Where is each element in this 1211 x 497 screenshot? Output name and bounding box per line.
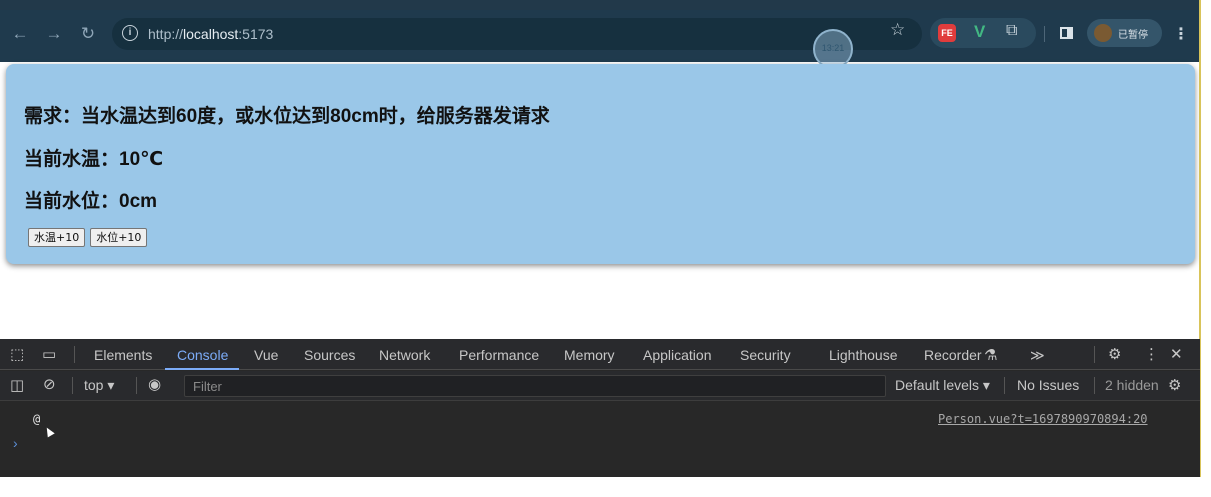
requirement-heading: 需求：当水温达到60度，或水位达到80cm时，给服务器发请求: [24, 106, 550, 127]
tab-security[interactable]: Security: [740, 347, 791, 363]
url-scheme: http://: [148, 26, 184, 42]
extensions-group: FE V ⧉: [930, 18, 1036, 48]
arrow-left-icon[interactable]: ←: [8, 22, 32, 46]
toolbar-divider: [1094, 377, 1095, 394]
device-toolbar-icon[interactable]: ▭: [42, 345, 56, 363]
water-level-plus-button[interactable]: 水位+10: [90, 228, 148, 247]
tab-memory[interactable]: Memory: [564, 347, 615, 363]
filter-placeholder: Filter: [193, 379, 222, 394]
fe-extension-icon[interactable]: FE: [938, 24, 956, 42]
temperature-plus-button[interactable]: 水温+10: [28, 228, 86, 247]
toolbar-divider: [72, 377, 73, 394]
eye-icon[interactable]: ◉: [148, 375, 161, 393]
flask-icon: ⚗: [984, 347, 998, 364]
console-message: @: [33, 412, 41, 426]
water-level-heading: 当前水位：0cm: [24, 191, 158, 212]
devtools-panel: ⬚ ▭ Elements Console Vue Sources Network…: [0, 339, 1200, 477]
hidden-count: 2 hidden: [1105, 377, 1159, 393]
toolbar-divider: [136, 377, 137, 394]
profile-button[interactable]: 已暂停: [1087, 19, 1162, 47]
temperature-heading: 当前水温：10℃: [24, 149, 164, 170]
browser-toolbar: ← → ↻ i http://localhost:5173 ☆ FE V ⧉ 已…: [0, 0, 1200, 62]
url-port: :5173: [238, 26, 274, 42]
tab-vue[interactable]: Vue: [254, 347, 278, 363]
puzzle-icon[interactable]: ⧉: [1006, 22, 1017, 40]
tab-divider: [74, 346, 75, 363]
vue-devtools-icon[interactable]: V: [974, 22, 985, 42]
kebab-icon[interactable]: ⋮: [1173, 24, 1189, 44]
tab-console[interactable]: Console: [177, 347, 228, 363]
inspect-element-icon[interactable]: ⬚: [10, 345, 24, 363]
kebab-icon[interactable]: ⋮: [1144, 345, 1159, 363]
toolbar-divider: [1004, 377, 1005, 394]
devtools-tab-bar: ⬚ ▭ Elements Console Vue Sources Network…: [0, 339, 1200, 370]
settings-gear-icon[interactable]: ⚙: [1108, 345, 1121, 363]
console-settings-gear-icon[interactable]: ⚙: [1168, 376, 1181, 394]
mouse-cursor-icon: [43, 425, 55, 438]
tab-performance[interactable]: Performance: [459, 347, 539, 363]
tab-application[interactable]: Application: [643, 347, 712, 363]
tab-elements[interactable]: Elements: [94, 347, 152, 363]
sidebar-toggle-icon[interactable]: ◫: [10, 376, 24, 394]
console-source-link[interactable]: Person.vue?t=1697890970894:20: [938, 412, 1148, 426]
more-tabs-icon[interactable]: ≫: [1030, 347, 1045, 364]
side-panel-icon[interactable]: [1060, 27, 1073, 39]
arrow-right-icon[interactable]: →: [42, 22, 66, 46]
active-tab-indicator: [165, 368, 239, 370]
tab-recorder[interactable]: Recorder: [924, 347, 982, 363]
clear-console-icon[interactable]: ⊘: [43, 375, 56, 393]
avatar: [1094, 24, 1112, 42]
levels-label: Default levels: [895, 377, 980, 393]
console-prompt[interactable]: ›: [13, 435, 18, 451]
tab-divider: [1094, 346, 1095, 363]
toolbar-divider: [1044, 26, 1045, 42]
default-levels-dropdown[interactable]: Default levels ▾: [895, 377, 990, 394]
tab-lighthouse[interactable]: Lighthouse: [829, 347, 898, 363]
tab-strip: [0, 0, 1200, 10]
floating-clock-bubble[interactable]: 13:21: [813, 29, 853, 69]
context-selector[interactable]: top ▾: [84, 377, 114, 394]
button-row: 水温+10 水位+10: [28, 228, 152, 247]
reload-icon[interactable]: ↻: [76, 22, 100, 46]
close-icon[interactable]: ✕: [1170, 345, 1183, 363]
tab-sources[interactable]: Sources: [304, 347, 355, 363]
content-card: 需求：当水温达到60度，或水位达到80cm时，给服务器发请求 当前水温：10℃ …: [6, 64, 1195, 264]
url-text[interactable]: http://localhost:5173: [148, 26, 273, 42]
profile-label: 已暂停: [1118, 30, 1148, 41]
console-toolbar: ◫ ⊘ top ▾ ◉ Filter Default levels ▾ No I…: [0, 371, 1200, 401]
url-host: localhost: [183, 26, 239, 42]
bubble-time: 13:21: [821, 43, 845, 53]
address-bar[interactable]: i http://localhost:5173: [112, 18, 922, 50]
issues-button[interactable]: No Issues: [1017, 377, 1079, 393]
star-icon[interactable]: ☆: [890, 20, 905, 40]
info-icon[interactable]: i: [122, 25, 138, 41]
bottom-margin: [0, 477, 1211, 497]
context-label: top: [84, 377, 104, 393]
filter-input[interactable]: Filter: [184, 375, 886, 397]
tab-network[interactable]: Network: [379, 347, 430, 363]
